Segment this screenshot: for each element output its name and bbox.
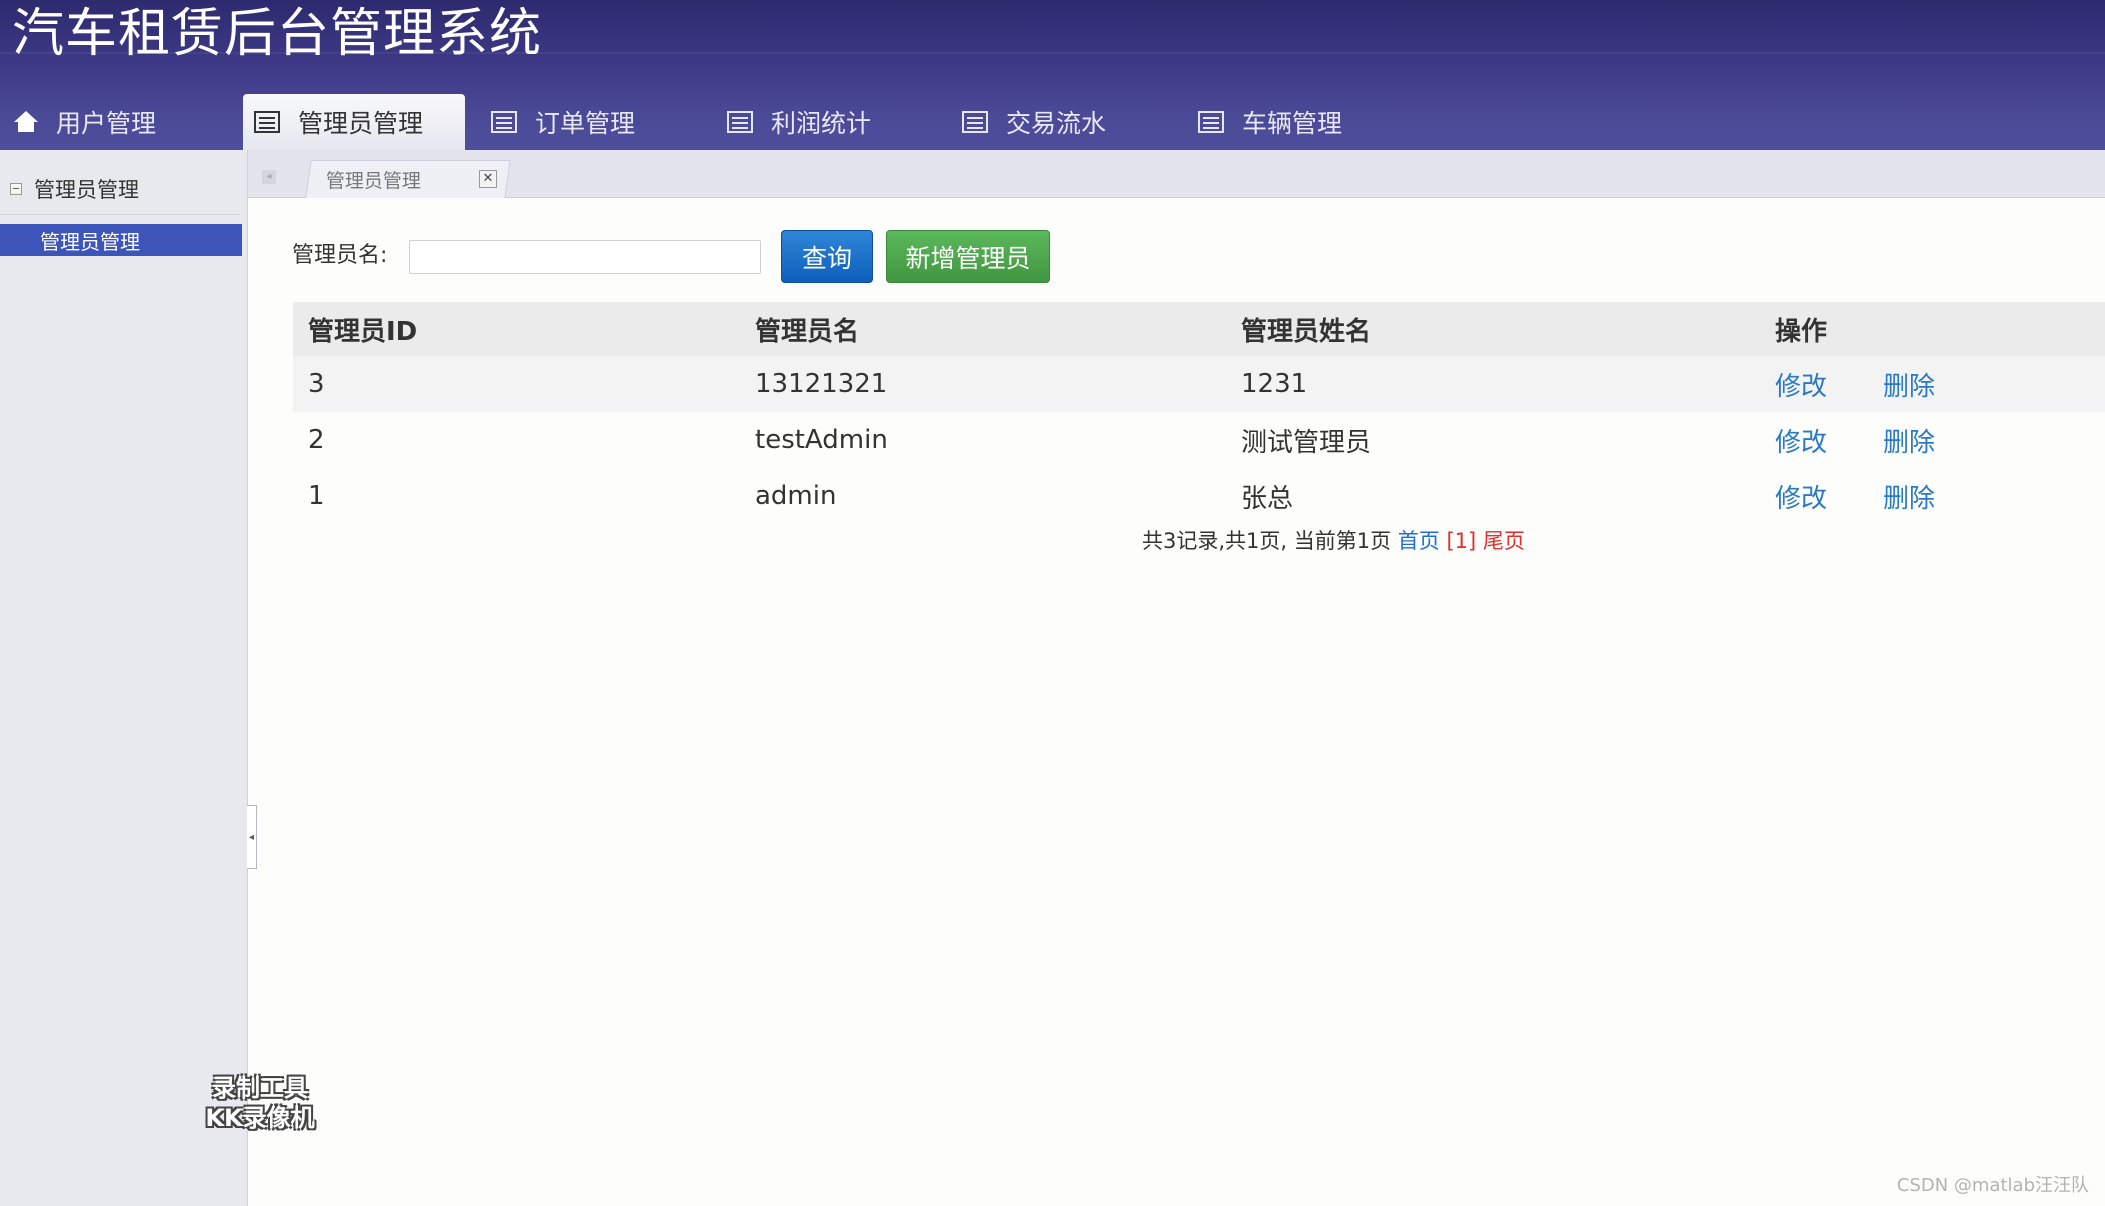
list-icon [254, 111, 280, 133]
delete-link[interactable]: 删除 [1883, 356, 1935, 412]
watermark-line: KK录像机 [205, 1104, 315, 1132]
sidebar-group-admin[interactable]: 管理员管理 [0, 164, 240, 215]
table-row: 2 testAdmin 测试管理员 修改 删除 [293, 412, 2105, 468]
cell-username: testAdmin [755, 425, 888, 455]
list-icon [491, 111, 517, 133]
tab-label: 交易流水 [1006, 109, 1107, 138]
current-page-link[interactable]: [1] [1446, 529, 1476, 553]
cell-name: 测试管理员 [1241, 427, 1372, 458]
add-admin-button[interactable]: 新增管理员 [886, 230, 1050, 283]
cell-id: 2 [308, 425, 325, 455]
watermark-line: 录制工具 [212, 1074, 308, 1102]
edit-link[interactable]: 修改 [1775, 356, 1827, 412]
tab-scroll-left-icon[interactable]: ◂ [262, 170, 276, 184]
tab-label: 利润统计 [771, 109, 872, 138]
csdn-watermark: CSDN @matlab汪汪队 [1896, 1175, 2089, 1196]
first-page-link[interactable]: 首页 [1398, 529, 1440, 553]
cell-username: 13121321 [755, 369, 888, 399]
content-tabbar: ◂ 管理员管理 ✕ [248, 150, 2105, 198]
tab-user-management[interactable]: 用户管理 [14, 94, 234, 150]
tab-label: 管理员管理 [298, 109, 424, 138]
cell-id: 1 [308, 481, 325, 511]
tab-label: 用户管理 [56, 109, 157, 138]
app-header: 汽车租赁后台管理系统 用户管理 管理员管理 订单管理 利润统计 交易流水 车辆管… [0, 0, 2105, 150]
sidebar: 管理员管理 管理员管理 [0, 150, 248, 1206]
edit-link[interactable]: 修改 [1775, 468, 1827, 524]
sidebar-item-label: 管理员管理 [40, 229, 140, 254]
header-actions: 操作 [1775, 316, 1828, 347]
tab-admin-management[interactable]: 管理员管理 [243, 94, 465, 150]
tab-order-management[interactable]: 订单管理 [491, 94, 691, 150]
list-icon [727, 111, 753, 133]
close-icon[interactable]: ✕ [479, 170, 497, 188]
app-title: 汽车租赁后台管理系统 [12, 4, 543, 64]
sidebar-item-admin-management[interactable]: 管理员管理 [0, 224, 242, 256]
list-icon [1198, 111, 1224, 133]
recorder-watermark: 录制工具 KK录像机 [190, 1073, 330, 1133]
last-page-link[interactable]: 尾页 [1483, 529, 1525, 553]
header-admin-name: 管理员姓名 [1241, 316, 1372, 347]
search-label: 管理员名: [292, 243, 388, 268]
cell-name: 张总 [1241, 483, 1294, 514]
tab-label: 车辆管理 [1242, 109, 1343, 138]
delete-link[interactable]: 删除 [1883, 412, 1935, 468]
header-admin-username: 管理员名 [755, 316, 860, 347]
table-row: 1 admin 张总 修改 删除 [293, 468, 2105, 524]
home-icon [14, 111, 38, 133]
tab-transaction-flow[interactable]: 交易流水 [962, 94, 1162, 150]
tab-label: 订单管理 [535, 109, 636, 138]
header-admin-id: 管理员ID [308, 316, 418, 347]
top-nav: 用户管理 管理员管理 订单管理 利润统计 交易流水 车辆管理 [0, 94, 1400, 150]
cell-id: 3 [308, 369, 325, 399]
admin-table: 管理员ID 管理员名 管理员姓名 操作 3 13121321 1231 修改 删… [293, 302, 2105, 524]
tab-profit-statistics[interactable]: 利润统计 [727, 94, 927, 150]
admin-name-search-input[interactable] [409, 240, 761, 274]
tab-vehicle-management[interactable]: 车辆管理 [1198, 94, 1398, 150]
cell-username: admin [755, 481, 837, 511]
sidebar-group-label: 管理员管理 [34, 178, 139, 202]
delete-link[interactable]: 删除 [1883, 468, 1935, 524]
table-row: 3 13121321 1231 修改 删除 [293, 356, 2105, 412]
query-button[interactable]: 查询 [781, 230, 873, 283]
collapse-minus-icon[interactable] [10, 183, 22, 195]
edit-link[interactable]: 修改 [1775, 412, 1827, 468]
page-tab-label: 管理员管理 [325, 170, 421, 192]
cell-name: 1231 [1241, 369, 1308, 399]
sidebar-collapse-handle[interactable]: ◂ [247, 805, 257, 869]
table-header: 管理员ID 管理员名 管理员姓名 操作 [293, 302, 2105, 356]
chevron-left-icon: ◂ [248, 831, 255, 843]
pagination: 共3记录,共1页, 当前第1页 首页 [1] 尾页 [1142, 526, 1525, 556]
pagination-summary: 共3记录,共1页, 当前第1页 [1142, 529, 1392, 553]
list-icon [962, 111, 988, 133]
